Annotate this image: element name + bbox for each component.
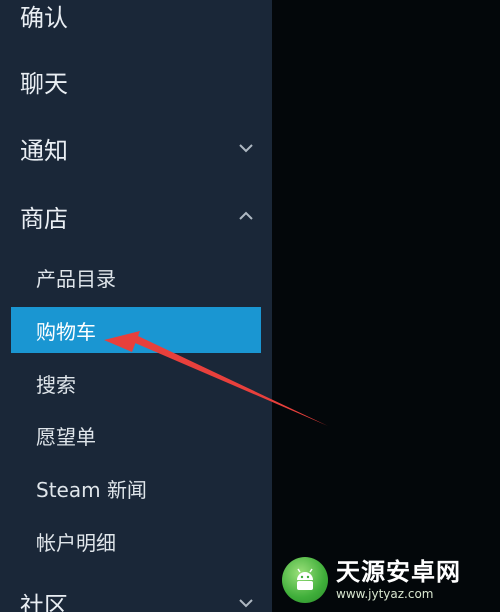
android-logo-icon (282, 557, 328, 603)
sidebar-item-notifications[interactable]: 通知 (0, 121, 272, 175)
sidebar-subitem-label: Steam 新闻 (36, 477, 147, 502)
sidebar-subitem-label: 帐户明细 (36, 530, 116, 555)
sidebar-subitem-cart[interactable]: 购物车 (11, 307, 261, 353)
watermark: 天源安卓网 www.jytyaz.com (282, 552, 492, 608)
sidebar-menu: 确认 聊天 通知 商店 产品目录 购物车 搜索 愿望单 Steam 新闻 帐户明… (0, 0, 272, 612)
sidebar-item-confirm[interactable]: 确认 (0, 0, 272, 42)
watermark-url: www.jytyaz.com (336, 587, 434, 601)
sidebar-subitem-label: 搜索 (36, 372, 76, 397)
sidebar-subitem-account-details[interactable]: 帐户明细 (0, 518, 272, 564)
sidebar-item-label: 通知 (20, 136, 68, 165)
watermark-name: 天源安卓网 (336, 558, 461, 586)
sidebar-item-store[interactable]: 商店 (0, 189, 272, 243)
sidebar-item-label: 社区 (20, 591, 68, 612)
sidebar-item-chat[interactable]: 聊天 (0, 54, 272, 108)
sidebar-subitem-search[interactable]: 搜索 (0, 360, 272, 406)
screen: 确认 聊天 通知 商店 产品目录 购物车 搜索 愿望单 Steam 新闻 帐户明… (0, 0, 500, 612)
sidebar-subitem-steam-news[interactable]: Steam 新闻 (0, 465, 272, 511)
sidebar-subitem-label: 购物车 (36, 319, 96, 344)
sidebar-item-label: 商店 (20, 204, 68, 233)
sidebar-subitem-wishlist[interactable]: 愿望单 (0, 412, 272, 458)
sidebar-subitem-label: 产品目录 (36, 266, 116, 291)
sidebar-subitem-catalog[interactable]: 产品目录 (0, 254, 272, 300)
sidebar-item-community[interactable]: 社区 (0, 576, 272, 612)
chevron-down-icon (239, 599, 253, 608)
chevron-down-icon (239, 144, 253, 153)
sidebar-item-label: 聊天 (20, 69, 68, 98)
sidebar-item-label: 确认 (20, 3, 68, 32)
chevron-up-icon (239, 211, 253, 220)
main-content-area (272, 0, 500, 612)
watermark-text: 天源安卓网 www.jytyaz.com (336, 560, 461, 600)
sidebar-subitem-label: 愿望单 (36, 424, 96, 449)
